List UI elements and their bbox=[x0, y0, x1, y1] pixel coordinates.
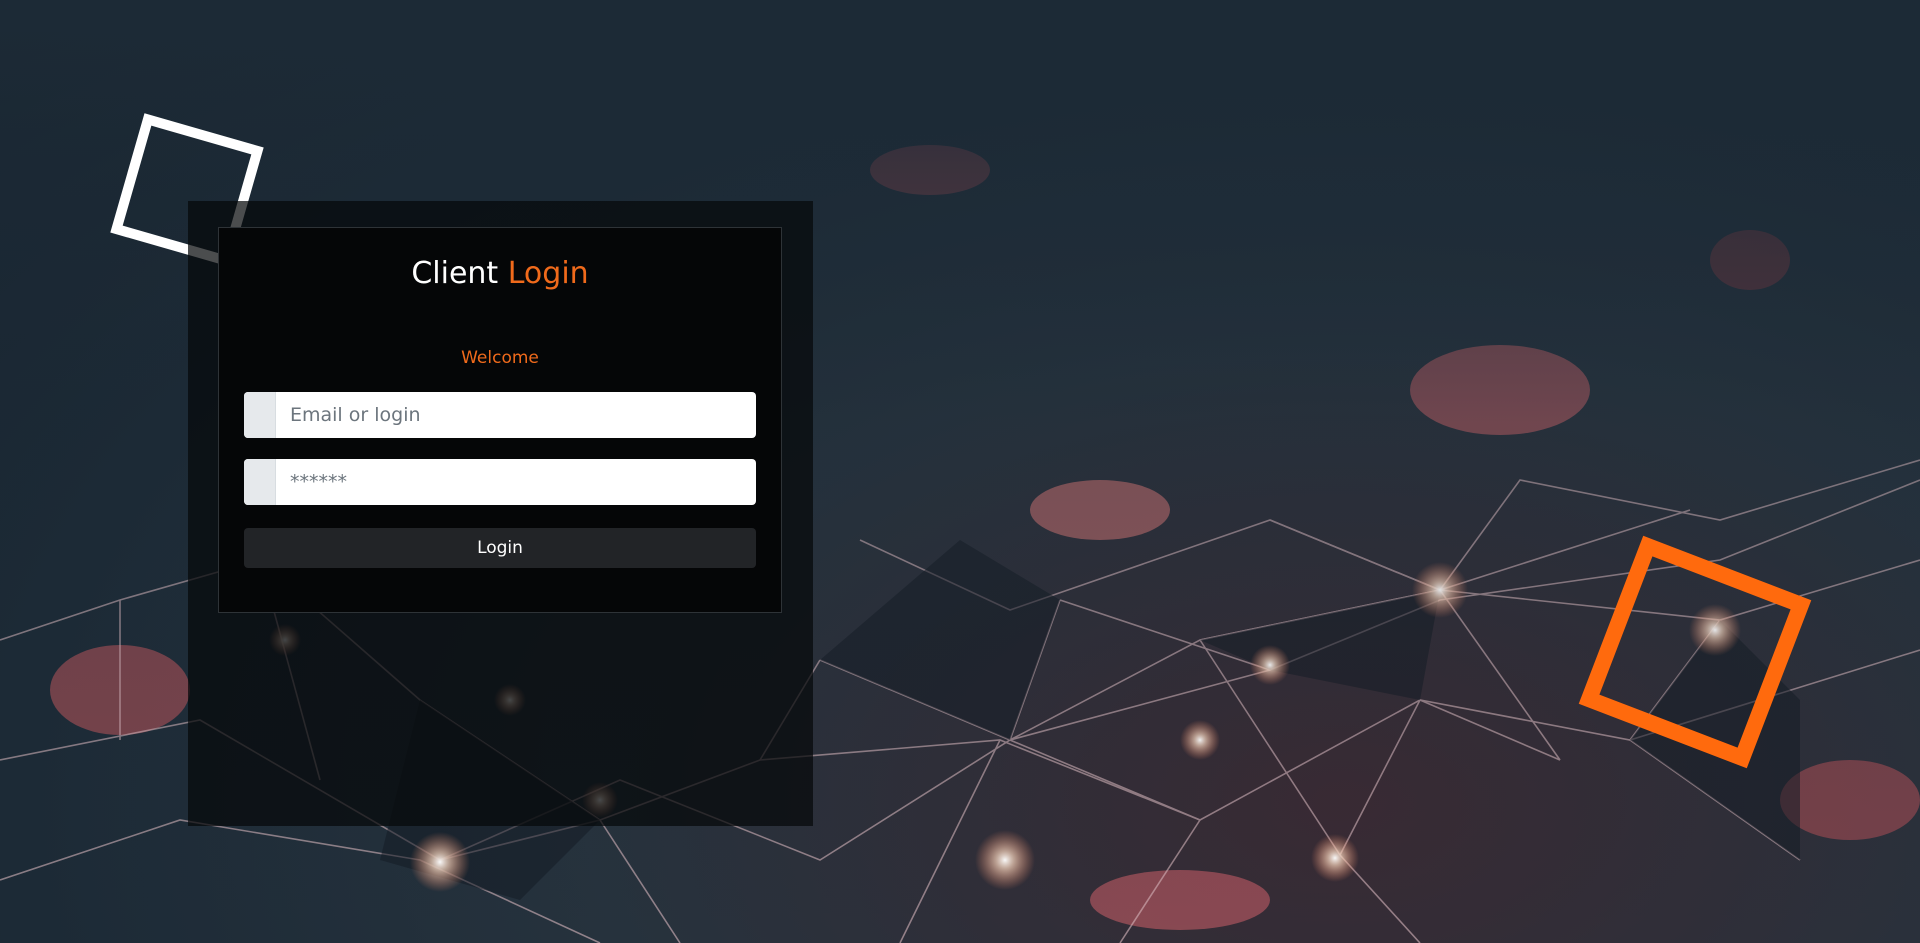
email-field-group bbox=[244, 392, 756, 438]
login-title: Client Login bbox=[219, 256, 781, 291]
email-input[interactable] bbox=[276, 392, 756, 438]
login-card: Client Login Welcome Login bbox=[218, 227, 782, 613]
title-accent: Login bbox=[507, 256, 589, 291]
welcome-text: Welcome bbox=[461, 348, 539, 368]
title-primary: Client bbox=[411, 256, 499, 291]
password-addon-icon bbox=[244, 459, 276, 505]
email-addon-icon bbox=[244, 392, 276, 438]
password-field-group bbox=[244, 459, 756, 505]
login-button[interactable]: Login bbox=[244, 528, 756, 568]
password-input[interactable] bbox=[276, 459, 756, 505]
